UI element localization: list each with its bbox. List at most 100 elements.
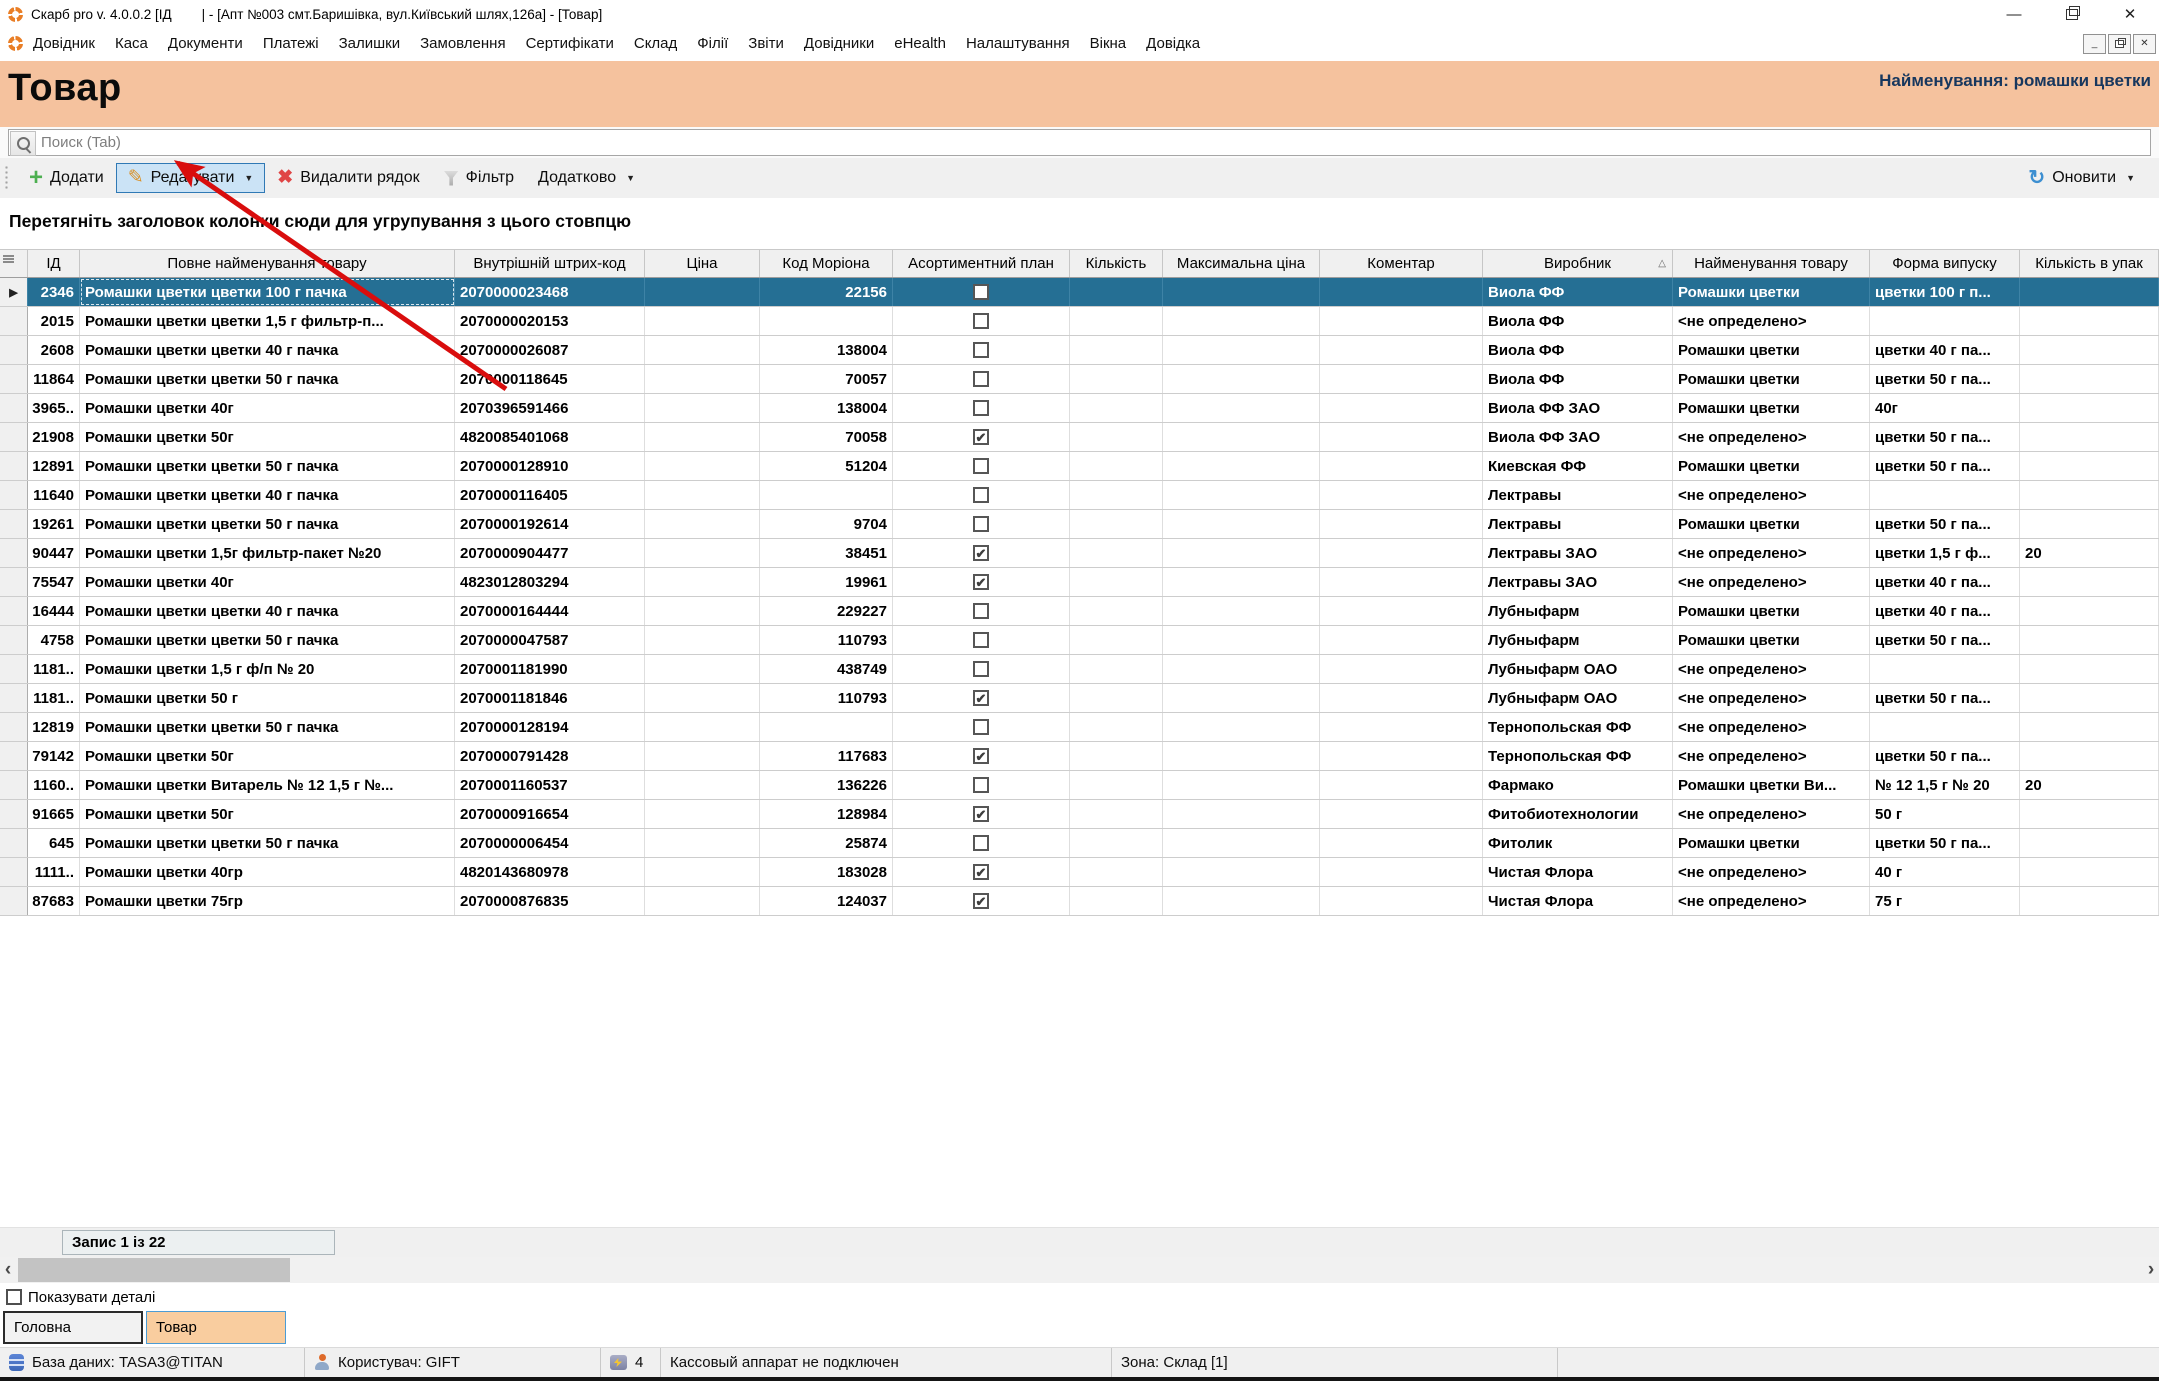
cell-barcode[interactable]: 2070001160537 [455,771,645,799]
table-row[interactable]: 21908Ромашки цветки 50г48200854010687005… [0,423,2159,452]
cell-price[interactable] [645,626,760,654]
cell-morion[interactable]: 110793 [760,684,893,712]
cell-form[interactable]: 40 г [1870,858,2020,886]
cell-form[interactable] [1870,655,2020,683]
cell-product[interactable]: Ромашки цветки [1673,336,1870,364]
cell-producer[interactable]: Фитолик [1483,829,1673,857]
menu-item-10[interactable]: Довідники [794,35,884,52]
cell-assort[interactable]: ✔ [893,742,1070,770]
cell-form[interactable]: цветки 50 г па... [1870,684,2020,712]
row-indicator[interactable] [0,742,28,770]
menu-item-3[interactable]: Платежі [253,35,329,52]
assortment-checkbox[interactable] [973,313,989,329]
assortment-checkbox[interactable] [973,487,989,503]
cell-name[interactable]: Ромашки цветки цветки 1,5 г фильтр-п... [80,307,455,335]
cell-product[interactable]: Ромашки цветки Ви... [1673,771,1870,799]
menu-item-0[interactable]: Довідник [23,35,105,52]
cell-name[interactable]: Ромашки цветки 40гр [80,858,455,886]
cell-price[interactable] [645,278,760,306]
cell-max_price[interactable] [1163,510,1320,538]
cell-pack[interactable] [2020,829,2159,857]
table-row[interactable]: 645Ромашки цветки цветки 50 г пачка20700… [0,829,2159,858]
cell-price[interactable] [645,742,760,770]
cell-price[interactable] [645,771,760,799]
cell-pack[interactable] [2020,800,2159,828]
cell-morion[interactable]: 136226 [760,771,893,799]
cell-producer[interactable]: Киевская ФФ [1483,452,1673,480]
cell-product[interactable]: Ромашки цветки [1673,829,1870,857]
cell-barcode[interactable]: 2070396591466 [455,394,645,422]
cell-max_price[interactable] [1163,597,1320,625]
cell-name[interactable]: Ромашки цветки цветки 40 г пачка [80,597,455,625]
cell-pack[interactable] [2020,307,2159,335]
cell-barcode[interactable]: 2070001181846 [455,684,645,712]
cell-max_price[interactable] [1163,771,1320,799]
assortment-checkbox[interactable] [973,458,989,474]
menu-item-14[interactable]: Довідка [1136,35,1210,52]
cell-comment[interactable] [1320,336,1483,364]
cell-barcode[interactable]: 2070000118645 [455,365,645,393]
cell-comment[interactable] [1320,684,1483,712]
cell-morion[interactable]: 124037 [760,887,893,915]
row-indicator[interactable] [0,510,28,538]
cell-qty[interactable] [1070,278,1163,306]
cell-assort[interactable] [893,771,1070,799]
cell-form[interactable]: цветки 50 г па... [1870,365,2020,393]
cell-comment[interactable] [1320,568,1483,596]
cell-max_price[interactable] [1163,568,1320,596]
assortment-checkbox[interactable]: ✔ [973,806,989,822]
table-row[interactable]: 2608Ромашки цветки цветки 40 г пачка2070… [0,336,2159,365]
cell-assort[interactable] [893,510,1070,538]
cell-producer[interactable]: Виола ФФ [1483,365,1673,393]
cell-name[interactable]: Ромашки цветки цветки 50 г пачка [80,829,455,857]
assortment-checkbox[interactable] [973,835,989,851]
menu-item-4[interactable]: Залишки [329,35,411,52]
close-button[interactable]: ✕ [2101,0,2159,28]
cell-product[interactable]: <не определено> [1673,539,1870,567]
cell-morion[interactable] [760,481,893,509]
row-indicator[interactable] [0,568,28,596]
cell-product[interactable]: <не определено> [1673,858,1870,886]
cell-form[interactable]: цветки 1,5 г ф... [1870,539,2020,567]
assortment-checkbox[interactable]: ✔ [973,893,989,909]
assortment-checkbox[interactable] [973,603,989,619]
cell-barcode[interactable]: 2070000916654 [455,800,645,828]
cell-price[interactable] [645,800,760,828]
cell-comment[interactable] [1320,365,1483,393]
column-header-assort[interactable]: Асортиментний план [893,250,1070,277]
cell-barcode[interactable]: 2070000128910 [455,452,645,480]
row-indicator[interactable] [0,829,28,857]
cell-pack[interactable] [2020,452,2159,480]
scroll-right-icon[interactable]: › [2143,1257,2159,1283]
cell-qty[interactable] [1070,568,1163,596]
row-indicator[interactable] [0,771,28,799]
cell-price[interactable] [645,858,760,886]
column-header-form[interactable]: Форма випуску [1870,250,2020,277]
menu-item-8[interactable]: Філії [687,35,738,52]
cell-morion[interactable]: 38451 [760,539,893,567]
cell-price[interactable] [645,684,760,712]
more-button[interactable]: Додатково ▼ [526,163,647,193]
horizontal-scrollbar[interactable]: ‹ › [0,1257,2159,1283]
cell-morion[interactable]: 25874 [760,829,893,857]
row-indicator[interactable] [0,336,28,364]
cell-morion[interactable] [760,713,893,741]
cell-barcode[interactable]: 2070000876835 [455,887,645,915]
cell-price[interactable] [645,887,760,915]
cell-qty[interactable] [1070,539,1163,567]
cell-barcode[interactable]: 4820143680978 [455,858,645,886]
cell-price[interactable] [645,597,760,625]
cell-name[interactable]: Ромашки цветки цветки 50 г пачка [80,365,455,393]
cell-barcode[interactable]: 2070000904477 [455,539,645,567]
table-row[interactable]: 11864Ромашки цветки цветки 50 г пачка207… [0,365,2159,394]
cell-product[interactable]: Ромашки цветки [1673,510,1870,538]
cell-producer[interactable]: Лектравы [1483,481,1673,509]
cell-barcode[interactable]: 2070000116405 [455,481,645,509]
cell-pack[interactable] [2020,713,2159,741]
cell-producer[interactable]: Лубныфарм ОАО [1483,684,1673,712]
cell-name[interactable]: Ромашки цветки 1,5 г ф/п № 20 [80,655,455,683]
assortment-checkbox[interactable] [973,342,989,358]
cell-id[interactable]: 4758 [28,626,80,654]
cell-form[interactable]: цветки 50 г па... [1870,829,2020,857]
cell-price[interactable] [645,481,760,509]
